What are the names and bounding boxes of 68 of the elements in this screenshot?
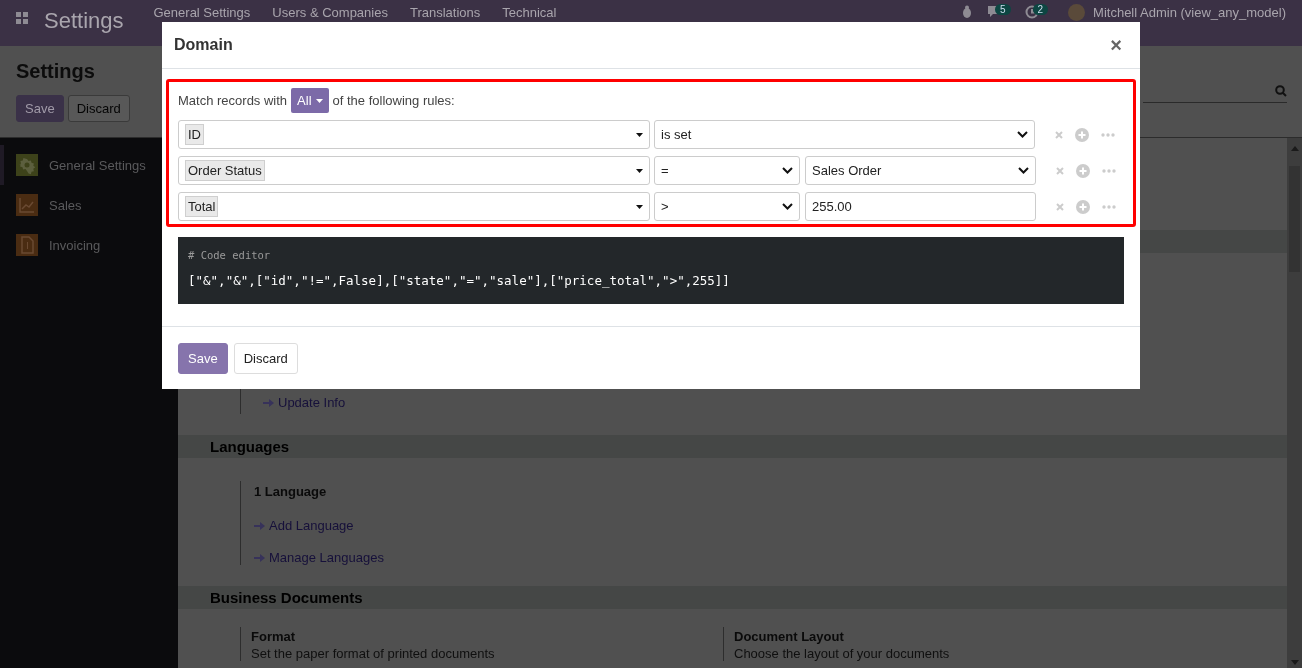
chevron-icon xyxy=(782,203,793,210)
code-line: ["&","&",["id","!=",False],["state","=","sale"],["price_total",">",255]] xyxy=(188,273,731,288)
caret-icon xyxy=(636,204,643,209)
code-editor[interactable]: # Code editor ["&","&",["id","!=",False],["state","=","sale"],["price_total",">",255]] xyxy=(178,237,1124,304)
delete-icon[interactable] xyxy=(1056,202,1064,211)
add-icon[interactable] xyxy=(1076,199,1090,214)
operator-select[interactable]: is set xyxy=(654,120,1035,149)
activity-count-badge: 2 xyxy=(1032,4,1049,15)
save-button[interactable]: Save xyxy=(178,343,228,374)
search-icon[interactable] xyxy=(1275,85,1287,97)
chevron-icon xyxy=(1017,131,1028,138)
menu-item[interactable]: Users & Companies xyxy=(272,5,388,20)
sidebar-item[interactable]: General Settings xyxy=(0,145,160,185)
message-count-badge: 5 xyxy=(994,4,1011,15)
setting-title: 1 Language xyxy=(254,484,328,499)
caret-icon xyxy=(315,98,323,103)
section-title: Languages xyxy=(178,435,1287,458)
caret-icon xyxy=(636,168,643,173)
setting-title: Document Layout xyxy=(734,629,845,644)
gear-icon xyxy=(16,154,38,176)
arrow-right-icon xyxy=(254,552,265,563)
save-button[interactable]: Save xyxy=(16,95,64,122)
section-title: Business Documents xyxy=(178,586,1287,609)
chevron-icon xyxy=(1018,167,1029,174)
app-title: Settings xyxy=(44,8,124,34)
field-select[interactable]: Total xyxy=(178,192,650,221)
match-label: Match records with xyxy=(178,93,288,108)
match-label: of the following rules: xyxy=(332,93,455,108)
dialog-title: Domain xyxy=(174,36,233,54)
menu-item[interactable]: General Settings xyxy=(153,5,251,20)
arrow-right-icon xyxy=(263,397,274,408)
setting-title: Format xyxy=(251,629,297,644)
page-title: Settings xyxy=(16,60,96,83)
arrow-right-icon xyxy=(254,520,265,531)
bug-icon[interactable] xyxy=(960,5,973,19)
delete-icon[interactable] xyxy=(1056,166,1064,175)
operator-select[interactable]: = xyxy=(654,156,800,185)
setting-description: Choose the layout of your documents xyxy=(734,646,951,661)
discard-button[interactable]: Discard xyxy=(67,95,130,122)
more-icon[interactable] xyxy=(1102,168,1116,173)
discard-button[interactable]: Discard xyxy=(233,343,298,374)
field-select[interactable]: Order Status xyxy=(178,156,650,185)
sidebar-item[interactable]: Invoicing xyxy=(0,225,160,265)
document-icon xyxy=(16,234,38,256)
user-name[interactable]: Mitchell Admin (view_any_model) xyxy=(1093,5,1286,20)
clock-icon[interactable] xyxy=(1024,5,1039,19)
setting-description: Set the paper format of printed documents xyxy=(251,646,496,661)
add-icon[interactable] xyxy=(1076,163,1090,178)
code-comment: # Code editor xyxy=(188,249,272,261)
more-icon[interactable] xyxy=(1102,204,1116,209)
menu-item[interactable]: Translations xyxy=(409,5,481,20)
delete-icon[interactable] xyxy=(1055,130,1063,139)
add-icon[interactable] xyxy=(1075,127,1089,142)
avatar[interactable] xyxy=(1068,4,1086,21)
more-icon[interactable] xyxy=(1101,132,1115,137)
scroll-down-icon[interactable] xyxy=(1290,660,1299,665)
operator-select[interactable]: > xyxy=(654,192,800,221)
menu-icon[interactable] xyxy=(16,12,28,24)
value-select[interactable]: Sales Order xyxy=(805,156,1036,185)
value-field[interactable]: 255.00 xyxy=(805,192,1036,221)
match-mode-dropdown[interactable]: All xyxy=(291,88,329,113)
chevron-icon xyxy=(782,167,793,174)
scroll-up-icon[interactable] xyxy=(1290,146,1299,151)
menu-item[interactable]: Technical xyxy=(502,5,557,20)
close-button[interactable]: × xyxy=(1104,33,1128,57)
sidebar-item[interactable]: Sales xyxy=(0,185,160,225)
field-select[interactable]: ID xyxy=(178,120,650,149)
chart-icon xyxy=(16,194,38,216)
